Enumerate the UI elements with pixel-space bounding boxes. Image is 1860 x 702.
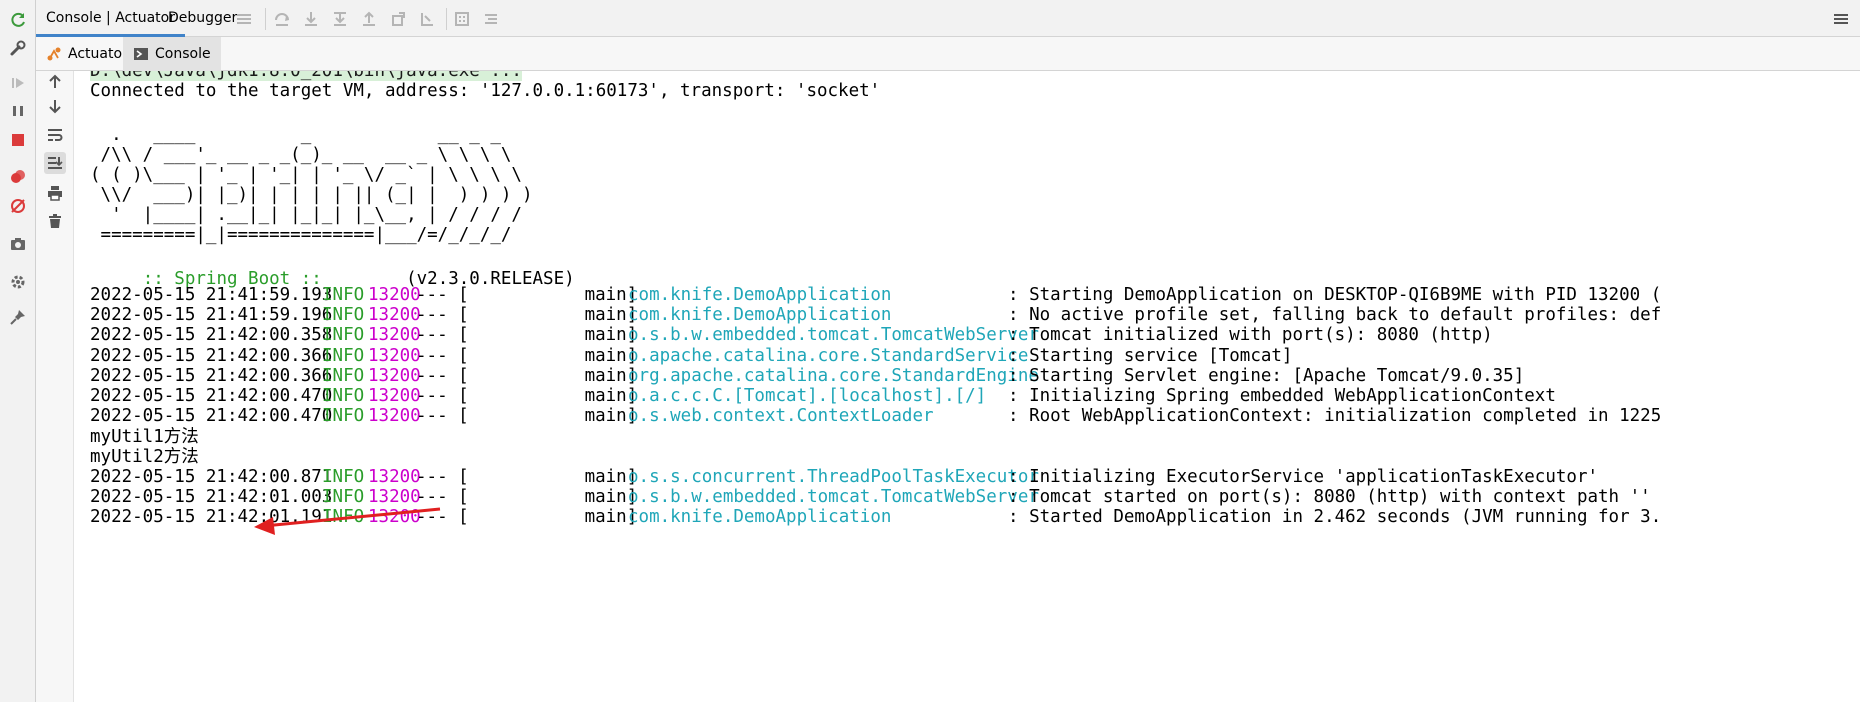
- drop-frame-icon[interactable]: [388, 9, 408, 29]
- log-logger[interactable]: com.knife.DemoApplication: [628, 505, 891, 529]
- layout-icon[interactable]: [1831, 9, 1851, 29]
- console-output[interactable]: D:\dev\Java\jdk1.8.0_201\bin\java.exe ..…: [74, 71, 1860, 702]
- run-to-cursor-icon[interactable]: [417, 9, 437, 29]
- subtab-actuator-label: Actuator: [68, 46, 128, 62]
- log-message: : Root WebApplicationContext: initializa…: [1008, 406, 1662, 427]
- log-timestamp: 2022-05-15 21:42:01.191: [90, 507, 333, 528]
- camera-icon[interactable]: [8, 234, 28, 254]
- spring-boot-version-line: :: Spring Boot :: (v2.3.0.RELEASE): [90, 243, 575, 289]
- mute-breakpoints-icon[interactable]: [8, 196, 28, 216]
- up-arrow-icon[interactable]: [44, 71, 66, 93]
- step-over-icon[interactable]: [272, 9, 292, 29]
- resume-icon[interactable]: [8, 73, 28, 93]
- step-into-icon[interactable]: [301, 9, 321, 29]
- console-side-toolbar: [36, 71, 74, 702]
- print-icon[interactable]: [44, 182, 66, 204]
- down-arrow-icon[interactable]: [44, 95, 66, 117]
- log-level: INFO: [322, 406, 365, 427]
- stop-icon[interactable]: [8, 130, 28, 150]
- actuator-icon: [47, 47, 61, 61]
- log-thread: --- [ main]: [416, 507, 638, 528]
- log-thread: --- [ main]: [416, 406, 638, 427]
- console-subtabs: Actuator Console: [36, 37, 1860, 71]
- log-pid: 13200: [368, 507, 421, 528]
- settings-icon[interactable]: [8, 272, 28, 292]
- soft-wrap-icon[interactable]: [44, 124, 66, 146]
- toolbar-separator: [446, 8, 447, 30]
- trace-icon[interactable]: [481, 9, 501, 29]
- log-pid: 13200: [368, 406, 421, 427]
- console-icon: [134, 48, 148, 60]
- scroll-to-end-icon[interactable]: [44, 152, 66, 174]
- pause-icon[interactable]: [8, 101, 28, 121]
- wrench-icon[interactable]: [8, 38, 28, 58]
- subtab-console[interactable]: Console: [123, 37, 221, 71]
- log-level: INFO: [322, 507, 365, 528]
- debug-left-toolbar: [0, 0, 36, 702]
- tool-window-tabs: Console | Actuator Debugger: [36, 0, 1860, 37]
- log-message: : Started DemoApplication in 2.462 secon…: [1008, 507, 1662, 528]
- step-out-icon[interactable]: [359, 9, 379, 29]
- subtab-console-label: Console: [155, 46, 211, 62]
- pin-icon[interactable]: [8, 307, 28, 327]
- evaluate-icon[interactable]: [452, 9, 472, 29]
- toolbar-separator: [265, 8, 266, 30]
- hamburger-icon[interactable]: [234, 9, 254, 29]
- view-breakpoints-icon[interactable]: [8, 167, 28, 187]
- log-logger[interactable]: o.s.web.context.ContextLoader: [628, 404, 934, 428]
- trash-icon[interactable]: [44, 210, 66, 232]
- rerun-icon[interactable]: [8, 10, 28, 30]
- connected-line: Connected to the target VM, address: '12…: [90, 81, 881, 101]
- force-step-into-icon[interactable]: [330, 9, 350, 29]
